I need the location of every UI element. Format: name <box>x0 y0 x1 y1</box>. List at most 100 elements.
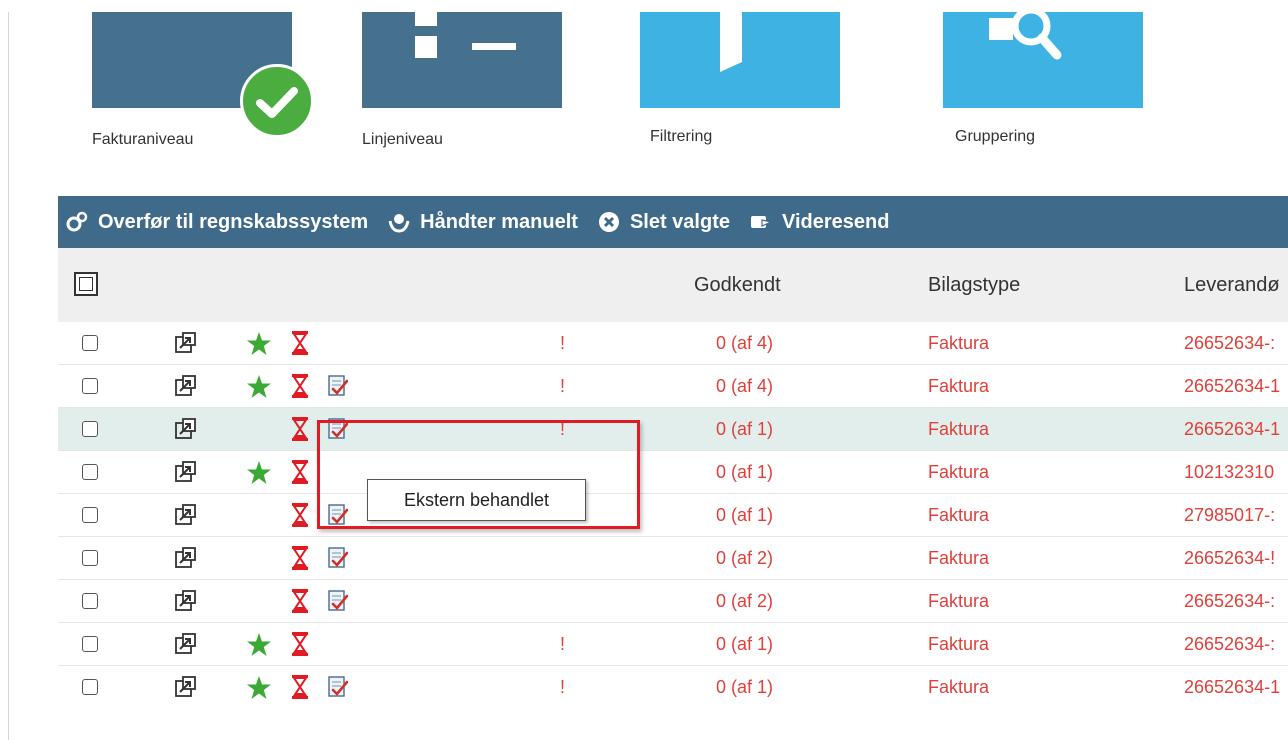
row-checkbox[interactable] <box>82 636 98 652</box>
supplier-cell: 26652634-: <box>1184 591 1276 611</box>
document-type-cell: Faktura <box>928 333 990 353</box>
supplier-cell: 26652634-1 <box>1184 376 1281 396</box>
approved-cell: 0 (af 1) <box>716 505 774 525</box>
left-border <box>8 12 9 740</box>
table-row[interactable]: ! 0 (af 1) Faktura 26652634-1 <box>58 407 1288 450</box>
forward-mail-icon <box>750 216 772 228</box>
select-all-checkbox[interactable] <box>74 272 98 296</box>
tile-label-line-level: Linjeniveau <box>362 131 443 148</box>
warning-marker: ! <box>560 634 566 654</box>
external-handled-icon[interactable] <box>328 676 349 703</box>
transfer-button[interactable]: Overfør til regnskabssystem <box>66 211 368 234</box>
supplier-cell: 102132310 <box>1184 462 1275 482</box>
star-icon[interactable] <box>246 374 272 404</box>
document-type-cell: Faktura <box>928 505 990 525</box>
open-external-icon[interactable] <box>174 375 196 402</box>
filter-tile[interactable] <box>640 12 840 108</box>
delete-selected-label: Slet valgte <box>629 210 730 233</box>
approved-cell: 0 (af 2) <box>716 548 774 568</box>
warning-marker: ! <box>560 677 566 697</box>
document-type-cell: Faktura <box>928 419 990 439</box>
hourglass-icon <box>292 675 308 704</box>
manual-handling-label: Håndter manuelt <box>420 210 578 233</box>
external-handled-icon[interactable] <box>328 547 349 574</box>
supplier-cell: 27985017-: <box>1184 505 1276 525</box>
row-checkbox[interactable] <box>82 593 98 609</box>
hourglass-icon <box>292 546 308 575</box>
open-external-icon[interactable] <box>174 332 196 359</box>
table-row[interactable]: 0 (af 2) Faktura 26652634-! <box>58 536 1288 579</box>
delete-selected-button[interactable]: Slet valgte <box>598 211 730 234</box>
warning-marker: ! <box>560 376 566 396</box>
table-row[interactable]: ! 0 (af 1) Faktura 26652634-1 <box>58 665 1288 708</box>
table-row[interactable]: ! 0 (af 1) Faktura 26652634-: <box>58 622 1288 665</box>
row-checkbox[interactable] <box>82 378 98 394</box>
open-external-icon[interactable] <box>174 676 196 703</box>
supplier-cell: 26652634-1 <box>1184 677 1281 697</box>
tile-label-grouping: Gruppering <box>955 128 1036 145</box>
open-external-icon[interactable] <box>174 461 196 488</box>
table-row[interactable]: 0 (af 2) Faktura 26652634-: <box>58 579 1288 622</box>
star-icon[interactable] <box>246 460 272 490</box>
star-icon[interactable] <box>246 331 272 361</box>
table-header: Godkendt Bilagstype Leverandø <box>58 248 1288 322</box>
star-icon[interactable] <box>246 675 272 705</box>
hourglass-icon <box>292 374 308 403</box>
supplier-cell: 26652634-: <box>1184 634 1276 654</box>
table-row[interactable]: ! 0 (af 4) Faktura 26652634-1 <box>58 364 1288 407</box>
approved-cell: 0 (af 4) <box>716 333 774 353</box>
document-type-cell: Faktura <box>928 677 990 697</box>
hourglass-icon <box>292 589 308 618</box>
open-external-icon[interactable] <box>174 504 196 531</box>
line-level-tile[interactable] <box>362 12 562 108</box>
hourglass-icon <box>292 417 308 446</box>
document-type-cell: Faktura <box>928 591 990 611</box>
open-external-icon[interactable] <box>174 633 196 660</box>
forward-button[interactable]: Videresend <box>750 211 889 234</box>
supplier-cell: 26652634-! <box>1184 548 1276 568</box>
approved-cell: 0 (af 1) <box>716 419 774 439</box>
tile-label-filter: Filtrering <box>650 128 713 145</box>
supplier-cell: 26652634-: <box>1184 333 1276 353</box>
row-checkbox[interactable] <box>82 550 98 566</box>
row-checkbox[interactable] <box>82 335 98 351</box>
hands-icon <box>388 214 410 233</box>
document-type-cell: Faktura <box>928 634 990 654</box>
approved-cell: 0 (af 1) <box>716 462 774 482</box>
open-external-icon[interactable] <box>174 590 196 617</box>
approved-cell: 0 (af 2) <box>716 591 774 611</box>
approved-cell: 0 (af 1) <box>716 677 774 697</box>
grouping-tile[interactable] <box>943 12 1143 108</box>
tile-label-invoice-level: Fakturaniveau <box>92 131 194 148</box>
approved-cell: 0 (af 1) <box>716 634 774 654</box>
hourglass-icon <box>292 632 308 661</box>
open-external-icon[interactable] <box>174 547 196 574</box>
document-type-cell: Faktura <box>928 462 990 482</box>
row-checkbox[interactable] <box>82 464 98 480</box>
row-checkbox[interactable] <box>82 421 98 437</box>
hourglass-icon <box>292 331 308 360</box>
star-icon[interactable] <box>246 632 272 662</box>
external-handled-icon[interactable] <box>328 590 349 617</box>
gears-icon <box>66 211 88 232</box>
filter-icon <box>720 12 742 72</box>
table-row[interactable]: 0 (af 1) Faktura 27985017-: <box>58 493 1288 536</box>
document-type-cell: Faktura <box>928 376 990 396</box>
column-header-approved[interactable]: Godkendt <box>694 274 781 297</box>
row-checkbox[interactable] <box>82 507 98 523</box>
row-checkbox[interactable] <box>82 679 98 695</box>
external-handled-icon[interactable] <box>328 375 349 402</box>
invoice-table-body: ! 0 (af 4) Faktura 26652634-:! 0 (af 4) Faktu… <box>58 322 1288 708</box>
manual-handling-button[interactable]: Håndter manuelt <box>388 211 578 234</box>
supplier-cell: 26652634-1 <box>1184 419 1281 439</box>
table-row[interactable]: 0 (af 1) Faktura 102132310 <box>58 450 1288 493</box>
grouping-icon <box>989 12 1062 60</box>
column-header-document-type[interactable]: Bilagstype <box>928 274 1020 297</box>
transfer-label: Overfør til regnskabssystem <box>98 210 369 233</box>
open-external-icon[interactable] <box>174 418 196 445</box>
table-row[interactable]: ! 0 (af 4) Faktura 26652634-: <box>58 322 1288 364</box>
hourglass-icon <box>292 503 308 532</box>
highlight-annotation-box <box>317 420 640 529</box>
column-header-supplier[interactable]: Leverandø <box>1184 274 1280 297</box>
action-toolbar: Overfør til regnskabssystem Håndter manu… <box>58 196 1288 248</box>
